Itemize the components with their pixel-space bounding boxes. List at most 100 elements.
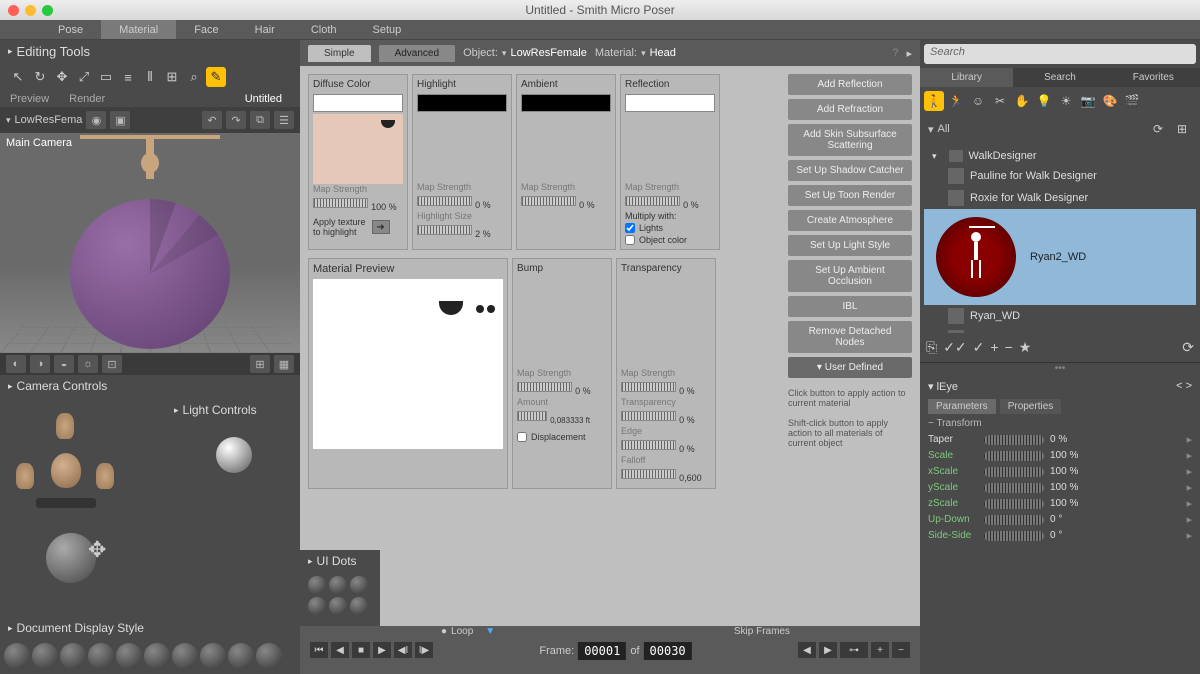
tree-item-ryan2[interactable]: Ryan2_WD: [924, 209, 1196, 305]
param-expand-icon[interactable]: ▸: [1186, 433, 1192, 446]
cam-hand-right[interactable]: [96, 463, 114, 489]
param-expand-icon[interactable]: ▸: [1186, 481, 1192, 494]
parameters-tab[interactable]: Parameters: [928, 399, 996, 414]
remove-key-button[interactable]: −: [892, 642, 910, 658]
render-icon[interactable]: ⧉: [250, 111, 270, 129]
grid-tool[interactable]: ⊞: [162, 67, 182, 87]
light-style-button[interactable]: Set Up Light Style: [788, 235, 912, 256]
display-style-10[interactable]: [256, 643, 282, 669]
vp-icon-3[interactable]: ◒: [54, 355, 74, 373]
param-slider[interactable]: [984, 499, 1044, 509]
ui-dot-1[interactable]: [308, 576, 326, 594]
param-slider[interactable]: [984, 531, 1044, 541]
morph-tool[interactable]: ✎: [206, 67, 226, 87]
diffuse-texture[interactable]: [313, 114, 403, 184]
display-style-8[interactable]: [200, 643, 226, 669]
display-style-4[interactable]: [88, 643, 114, 669]
param-slider[interactable]: [984, 435, 1044, 445]
add-sss-button[interactable]: Add Skin Subsurface Scattering: [788, 124, 912, 156]
highlight-size-slider[interactable]: [417, 225, 472, 235]
pose-category-icon[interactable]: 🏃: [946, 91, 966, 111]
lib-new-icon[interactable]: ⎘: [926, 339, 937, 356]
display-style-2[interactable]: [32, 643, 58, 669]
vp-icon-6[interactable]: ⊞: [250, 355, 270, 373]
display-style-3[interactable]: [60, 643, 86, 669]
shadow-catcher-button[interactable]: Set Up Shadow Catcher: [788, 160, 912, 181]
ui-dot-2[interactable]: [329, 576, 347, 594]
vp-icon-7[interactable]: ▦: [274, 355, 294, 373]
tree-folder[interactable]: WalkDesigner: [924, 147, 1196, 165]
ui-dot-6[interactable]: [350, 597, 368, 615]
step-fwd-button[interactable]: I▶: [415, 642, 433, 658]
scene-category-icon[interactable]: 🎬: [1122, 91, 1142, 111]
tree-item-roxie[interactable]: Roxie for Walk Designer: [924, 187, 1196, 209]
tl-prev-button[interactable]: ◀: [798, 642, 816, 658]
favorites-tab[interactable]: Favorites: [1107, 68, 1200, 87]
camera-category-icon[interactable]: 📷: [1078, 91, 1098, 111]
add-refraction-button[interactable]: Add Refraction: [788, 99, 912, 120]
ambient-slider[interactable]: [521, 196, 576, 206]
preview-tab[interactable]: Preview: [10, 93, 49, 105]
display-style-6[interactable]: [144, 643, 170, 669]
param-nav[interactable]: < >: [1176, 380, 1192, 393]
help-icon[interactable]: ?: [892, 47, 898, 59]
param-slider[interactable]: [984, 451, 1044, 461]
ui-dot-5[interactable]: [329, 597, 347, 615]
face-category-icon[interactable]: ☺: [968, 91, 988, 111]
param-expand-icon[interactable]: ▸: [1186, 449, 1192, 462]
ambient-occlusion-button[interactable]: Set Up Ambient Occlusion: [788, 260, 912, 292]
toon-render-button[interactable]: Set Up Toon Render: [788, 185, 912, 206]
ui-dot-3[interactable]: [350, 576, 368, 594]
simple-tab[interactable]: Simple: [308, 45, 371, 62]
light-trackball[interactable]: [216, 437, 252, 473]
redo-icon[interactable]: ↷: [226, 111, 246, 129]
objectcolor-checkbox[interactable]: [625, 235, 635, 245]
vp-icon-1[interactable]: ◐: [6, 355, 26, 373]
settings-icon[interactable]: ☰: [274, 111, 294, 129]
tab-cloth[interactable]: Cloth: [293, 20, 355, 39]
transform-group[interactable]: Transform: [936, 418, 981, 429]
frame-total[interactable]: 00030: [644, 642, 692, 660]
hand-category-icon[interactable]: ✋: [1012, 91, 1032, 111]
diffuse-slider[interactable]: [313, 198, 368, 208]
tab-hair[interactable]: Hair: [237, 20, 293, 39]
lib-add-icon[interactable]: +: [990, 339, 998, 356]
hair-category-icon[interactable]: ✂: [990, 91, 1010, 111]
param-expand-icon[interactable]: ▸: [1186, 529, 1192, 542]
ui-dot-4[interactable]: [308, 597, 326, 615]
expand-icon[interactable]: ▸: [906, 47, 912, 60]
advanced-tab[interactable]: Advanced: [379, 45, 455, 62]
stack-tool[interactable]: ≡: [118, 67, 138, 87]
camera-icon[interactable]: ◉: [86, 111, 106, 129]
play-button[interactable]: ▶: [373, 642, 391, 658]
viewport[interactable]: Main Camera: [0, 133, 300, 353]
display-style-1[interactable]: [4, 643, 30, 669]
select-tool[interactable]: ↖: [8, 67, 28, 87]
vp-icon-2[interactable]: ◑: [30, 355, 50, 373]
snapshot-icon[interactable]: ▣: [110, 111, 130, 129]
edge-slider[interactable]: [621, 440, 676, 450]
tab-face[interactable]: Face: [176, 20, 236, 39]
tree-icon-2[interactable]: ⊞: [1172, 119, 1192, 139]
vp-icon-5[interactable]: ⊡: [102, 355, 122, 373]
stop-button[interactable]: ■: [352, 642, 370, 658]
param-slider[interactable]: [984, 483, 1044, 493]
material-value[interactable]: Head: [650, 47, 676, 59]
lib-check-icon[interactable]: ✓✓: [943, 339, 966, 356]
move-tool[interactable]: ✥: [52, 67, 72, 87]
add-reflection-button[interactable]: Add Reflection: [788, 74, 912, 95]
key-button[interactable]: ⊶: [840, 642, 868, 658]
box-tool[interactable]: ▭: [96, 67, 116, 87]
first-frame-button[interactable]: ⏮: [310, 642, 328, 658]
search-input[interactable]: Search: [924, 44, 1196, 64]
tab-material[interactable]: Material: [101, 20, 176, 39]
bump-slider[interactable]: [517, 382, 572, 392]
figure-name[interactable]: LowResFema: [15, 114, 83, 126]
lib-refresh-icon[interactable]: ⟳: [1182, 339, 1194, 356]
undo-icon[interactable]: ↶: [202, 111, 222, 129]
material-category-icon[interactable]: 🎨: [1100, 91, 1120, 111]
display-style-7[interactable]: [172, 643, 198, 669]
falloff-slider[interactable]: [621, 469, 676, 479]
tl-next-button[interactable]: ▶: [819, 642, 837, 658]
object-value[interactable]: LowResFemale: [510, 47, 586, 59]
